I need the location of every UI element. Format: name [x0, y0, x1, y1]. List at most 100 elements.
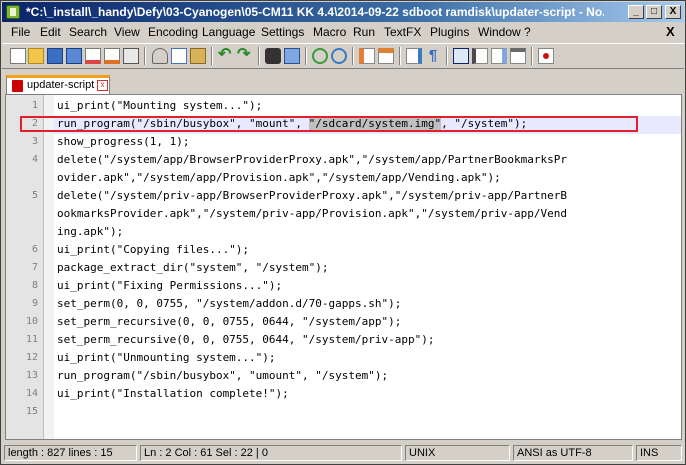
close-all-icon[interactable] [104, 48, 120, 64]
zoom-out-icon[interactable] [331, 48, 347, 64]
open-file-icon[interactable] [28, 48, 44, 64]
notepadpp-app-icon [6, 5, 20, 19]
menu-plugins[interactable]: Plugins [430, 25, 469, 39]
code-line[interactable]: 3 show_progress(1, 1); [6, 134, 681, 152]
tab-updater-script[interactable]: updater-script x [6, 75, 110, 95]
code-line[interactable]: 9 set_perm(0, 0, 0755, "/system/addon.d/7… [6, 296, 681, 314]
code-segment: ui_print("Unmounting system..."); [57, 351, 276, 364]
menu-run[interactable]: Run [353, 25, 375, 39]
code-segment: delete("/system/app/BrowserProviderProxy… [57, 153, 567, 166]
line-number: 4 [31, 154, 38, 165]
status-encoding[interactable]: ANSI as UTF-8 [513, 445, 633, 461]
user-lang-icon[interactable] [472, 48, 488, 64]
menu-macro[interactable]: Macro [313, 25, 346, 39]
code-segment: package_extract_dir("system", "/system")… [57, 261, 329, 274]
code-segment: ookmarksProvider.apk","/system/priv-app/… [57, 207, 567, 220]
close-button[interactable]: X [665, 5, 681, 19]
menu-help[interactable]: ? [524, 25, 531, 39]
line-number: 9 [31, 298, 38, 309]
red-annotation-box [20, 116, 638, 132]
copy-icon[interactable] [171, 48, 187, 64]
doc-map-icon[interactable] [491, 48, 507, 64]
code-text: set_perm_recursive(0, 0, 0755, 0644, "/s… [57, 333, 435, 346]
code-text: run_program("/sbin/busybox", "umount", "… [57, 369, 388, 382]
editor-area[interactable]: 1 ui_print("Mounting system..."); 2 run_pro… [5, 94, 682, 440]
print-icon[interactable] [123, 48, 139, 64]
code-line[interactable]: 13 run_program("/sbin/busybox", "umount",… [6, 368, 681, 386]
line-number: 10 [25, 316, 38, 327]
code-text: package_extract_dir("system", "/system")… [57, 261, 329, 274]
save-icon[interactable] [47, 48, 63, 64]
tab-close-icon[interactable]: x [97, 80, 108, 91]
code-segment: set_perm_recursive(0, 0, 0755, 0644, "/s… [57, 315, 402, 328]
line-number: 11 [25, 334, 38, 345]
menu-window[interactable]: Window [478, 25, 521, 39]
code-line[interactable]: 14 ui_print("Installation complete!"); [6, 386, 681, 404]
record-macro-icon[interactable] [538, 48, 554, 64]
sync-vertical-icon[interactable] [359, 48, 375, 64]
code-line[interactable]: 1 ui_print("Mounting system..."); [6, 98, 681, 116]
save-all-icon[interactable] [66, 48, 82, 64]
code-segment: ovider.apk","/system/app/Provision.apk",… [57, 171, 501, 184]
menu-textfx[interactable]: TextFX [384, 25, 421, 39]
toolbar-separator [305, 47, 307, 65]
minimize-button[interactable]: _ [628, 5, 644, 19]
function-list-icon[interactable] [510, 48, 526, 64]
code-text: ing.apk"); [57, 225, 123, 238]
toolbar-separator [446, 47, 448, 65]
line-number: 13 [25, 370, 38, 381]
zoom-in-icon[interactable] [312, 48, 328, 64]
menu-language[interactable]: Language [202, 25, 255, 39]
cut-icon[interactable] [152, 48, 168, 64]
line-number: 12 [25, 352, 38, 363]
maximize-button[interactable]: □ [646, 5, 662, 19]
status-bar: length : 827 lines : 15 Ln : 2 Col : 61 … [2, 443, 684, 463]
code-line[interactable]: ovider.apk","/system/app/Provision.apk",… [6, 170, 681, 188]
indent-guide-icon[interactable] [453, 48, 469, 64]
code-line[interactable]: 4 delete("/system/app/BrowserProviderProx… [6, 152, 681, 170]
menu-edit[interactable]: Edit [40, 25, 61, 39]
code-line[interactable]: ing.apk"); [6, 224, 681, 242]
code-segment: run_program("/sbin/busybox", "umount", "… [57, 369, 389, 382]
close-document-icon[interactable]: X [666, 24, 675, 39]
sync-horizontal-icon[interactable] [378, 48, 394, 64]
menu-view[interactable]: View [114, 25, 140, 39]
menu-search[interactable]: Search [69, 25, 107, 39]
notepadpp-window: *C:\_install\_handy\Defy\03-Cyanogen\05-… [0, 0, 686, 465]
menu-settings[interactable]: Settings [261, 25, 304, 39]
replace-icon[interactable] [284, 48, 300, 64]
code-text: delete("/system/priv-app/BrowserProvider… [57, 189, 567, 202]
redo-icon[interactable]: ↷ [237, 47, 253, 64]
title-bar[interactable]: *C:\_install\_handy\Defy\03-Cyanogen\05-… [2, 2, 684, 22]
close-file-icon[interactable] [85, 48, 101, 64]
toolbar-separator [258, 47, 260, 65]
code-line[interactable]: 12 ui_print("Unmounting system..."); [6, 350, 681, 368]
status-cursor-position: Ln : 2 Col : 61 Sel : 22 | 0 [140, 445, 402, 461]
undo-icon[interactable]: ↶ [218, 47, 234, 64]
status-eol[interactable]: UNIX [405, 445, 510, 461]
code-line[interactable]: 8 ui_print("Fixing Permissions..."); [6, 278, 681, 296]
tab-bar: updater-script x [2, 70, 684, 95]
find-icon[interactable] [265, 48, 281, 64]
code-segment: ing.apk"); [57, 225, 124, 238]
show-all-chars-icon[interactable]: ¶ [425, 48, 441, 64]
menu-file[interactable]: File [11, 25, 30, 39]
code-line[interactable]: 7 package_extract_dir("system", "/system"… [6, 260, 681, 278]
code-line[interactable]: 6 ui_print("Copying files..."); [6, 242, 681, 260]
code-line[interactable]: 11 set_perm_recursive(0, 0, 0755, 0644, "… [6, 332, 681, 350]
code-line[interactable]: ookmarksProvider.apk","/system/priv-app/… [6, 206, 681, 224]
code-segment: show_progress(1, 1); [57, 135, 190, 148]
line-number: 7 [31, 262, 38, 273]
code-line[interactable]: 10 set_perm_recursive(0, 0, 0755, 0644, "… [6, 314, 681, 332]
code-segment: ui_print("Fixing Permissions..."); [57, 279, 283, 292]
code-line[interactable]: 15 [6, 404, 681, 422]
status-insert-mode[interactable]: INS [636, 445, 682, 461]
paste-icon[interactable] [190, 48, 206, 64]
word-wrap-icon[interactable] [406, 48, 422, 64]
menu-encoding[interactable]: Encoding [148, 25, 198, 39]
line-number: 14 [25, 388, 38, 399]
code-line[interactable]: 5 delete("/system/priv-app/BrowserProvide… [6, 188, 681, 206]
window-title: *C:\_install\_handy\Defy\03-Cyanogen\05-… [26, 5, 604, 19]
new-file-icon[interactable] [10, 48, 26, 64]
unsaved-file-icon [12, 80, 23, 92]
